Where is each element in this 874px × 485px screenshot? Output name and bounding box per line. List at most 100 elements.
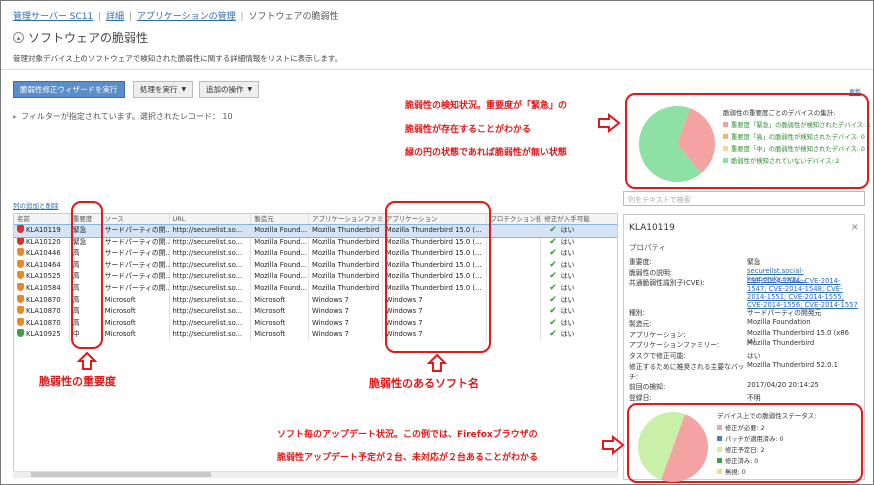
column-header[interactable]: 製造元 (251, 214, 310, 224)
check-icon: ✔ (549, 236, 557, 247)
table-cell: サードパーティの開... (102, 248, 170, 260)
run-action-button[interactable]: 処理を実行 ▼ (133, 81, 194, 98)
table-cell: サードパーティの開... (102, 271, 170, 283)
property-label: 製造元: (629, 319, 652, 328)
table-cell: http://securelist.so... (170, 225, 252, 237)
column-header[interactable]: プロテクション技術 (487, 214, 542, 224)
table-cell: http://securelist.so... (170, 329, 252, 341)
column-header[interactable]: URL (170, 214, 252, 224)
pie-bottom-title: デバイス上での脆弱性ステータス: (717, 412, 817, 420)
table-cell (487, 317, 542, 330)
legend-swatch (723, 122, 728, 127)
table-row[interactable]: KLA10525 高サードパーティの開... http://securelist.s… (14, 271, 617, 283)
table-cell: http://securelist.so... (170, 317, 252, 330)
column-header[interactable]: 修正が入手可能 (541, 214, 617, 224)
table-cell: http://securelist.so... (170, 306, 252, 318)
table-cell: Mozilla Found... (251, 236, 310, 249)
table-row[interactable]: KLA10584 高サードパーティの開... http://securelist.s… (14, 282, 617, 295)
table-cell: ✔ はい (549, 294, 575, 305)
run-wizard-button[interactable]: 脆弱性修正ウィザードを実行 (13, 81, 125, 98)
property-row: アプリケーションファミリー: Mozilla Thunderbird (629, 339, 861, 349)
scrollbar-thumb[interactable] (31, 472, 211, 477)
check-icon: ✔ (549, 329, 557, 340)
legend-item: 重要度「中」の脆弱性が検知されたデバイス: 0 (723, 144, 871, 153)
legend-swatch (717, 469, 722, 474)
property-value[interactable]: CVE-2014-1544; CVE-2014-1547; CVE-2014-1… (747, 277, 859, 309)
legend-swatch (717, 436, 722, 441)
shield-icon (17, 225, 24, 233)
table-cell: http://securelist.so... (170, 294, 252, 307)
breadcrumb-app-mgmt[interactable]: アプリケーションの管理 (137, 12, 236, 22)
table-cell: Windows 7 (309, 306, 383, 318)
table-cell: Mozilla Found... (251, 271, 310, 283)
table-row[interactable]: KLA10870 高 Microsoft http://securelist.so..… (14, 294, 617, 307)
property-row: 製造元: Mozilla Foundation (629, 318, 861, 328)
table-cell (487, 225, 542, 237)
table-row[interactable]: KLA10925 中 Microsoft http://securelist.so..… (14, 329, 617, 341)
table-row[interactable]: KLA10120 緊急 サードパーティの開... http://securelist.… (14, 236, 617, 249)
more-actions-button[interactable]: 追加の操作 ▼ (199, 81, 260, 98)
table-cell: ✔ はい (549, 225, 575, 235)
shield-icon (17, 329, 24, 338)
page-title: ▴ ソフトウェアの脆弱性 (13, 29, 148, 46)
table-cell: Mozilla Thunderbird (309, 282, 383, 295)
legend-item: 修正予定日: 2 (717, 445, 784, 454)
property-label: 種別: (629, 309, 645, 318)
page-description: 管理対象デバイス上のソフトウェアで検知された脆弱性に関する詳細情報をリストに表示… (13, 54, 343, 63)
table-row[interactable]: KLA10870 高 Microsoft http://securelist.so..… (14, 317, 617, 330)
table-cell: Windows 7 (309, 329, 383, 341)
legend-swatch (723, 134, 728, 139)
column-header[interactable]: アプリケーションファミリー (309, 214, 383, 224)
legend-swatch (717, 425, 722, 430)
check-icon: ✔ (549, 225, 557, 235)
table-cell: Microsoft (251, 317, 310, 330)
column-header[interactable]: ソース (102, 214, 170, 224)
table-cell: http://securelist.so... (170, 271, 252, 283)
table-cell: KLA10925 (14, 329, 70, 341)
table-cell: KLA10870 (14, 294, 70, 307)
shield-icon (17, 259, 24, 268)
shield-icon (17, 282, 24, 291)
property-value: Mozilla Thunderbird 52.0.1 (747, 360, 838, 369)
arrow-up-icon (77, 351, 97, 370)
table-cell: Windows 7 (309, 294, 383, 307)
legend-item: 重要度「高」の脆弱性が検知されたデバイス: 0 (723, 132, 871, 141)
table-cell: Mozilla Thunderbird (309, 259, 383, 272)
table-row[interactable]: KLA10870 高 Microsoft http://securelist.so..… (14, 306, 617, 318)
table-cell: Microsoft (251, 329, 310, 341)
filter-summary[interactable]: ▸ フィルターが指定されています。選択されたレコード： 10 (13, 111, 233, 122)
chevron-up-icon[interactable]: ▴ (13, 32, 24, 43)
breadcrumb-server[interactable]: 管理サーバー SC11 (13, 12, 93, 22)
chevron-down-icon: ▼ (247, 86, 253, 93)
annotation-severity: 脆弱性の重要度 (39, 375, 116, 388)
status-pie-chart (638, 412, 708, 482)
table-row[interactable]: KLA10446 高サードパーティの開... http://securelist.s… (14, 248, 617, 260)
table-cell (487, 271, 542, 283)
check-icon: ✔ (549, 282, 557, 293)
table-cell: http://securelist.so... (170, 248, 252, 260)
details-title: KLA10119 (629, 223, 675, 233)
table-cell (487, 248, 542, 260)
table-cell: KLA10584 (14, 282, 70, 295)
table-cell: サードパーティの開... (102, 282, 170, 295)
property-value: 不明 (747, 393, 761, 402)
property-row: 修正するために推奨される主要なパッチ: Mozilla Thunderbird 5… (629, 361, 861, 381)
table-row[interactable]: KLA10464 高サードパーティの開... http://securelist.s… (14, 259, 617, 272)
property-row: タスクで修正可能: はい (629, 350, 861, 360)
table-row[interactable]: KLA10119 緊急 サードパーティの開... http://securelist.… (14, 224, 617, 238)
breadcrumb-details[interactable]: 詳細 (106, 12, 124, 22)
table-cell: Mozilla Found... (251, 225, 310, 237)
arrow-right-icon (598, 113, 621, 133)
table-cell: ✔ はい (549, 271, 575, 282)
arrow-right-icon (602, 435, 625, 455)
close-icon[interactable]: ✕ (851, 223, 859, 233)
add-remove-columns-link[interactable]: 列の追加と削除 (13, 200, 59, 210)
table-cell: KLA10120 (14, 236, 70, 249)
legend-item: 修正が必要: 2 (717, 423, 784, 432)
property-value: 2017/04/20 20:14:25 (747, 380, 819, 389)
search-input[interactable]: 列をテキストで検索 (623, 191, 865, 206)
shield-icon (17, 248, 24, 257)
column-header[interactable]: 名前 (14, 214, 70, 224)
property-label: 共通脆弱性識別子(CVE): (629, 279, 705, 288)
arrow-up-icon (427, 353, 447, 372)
